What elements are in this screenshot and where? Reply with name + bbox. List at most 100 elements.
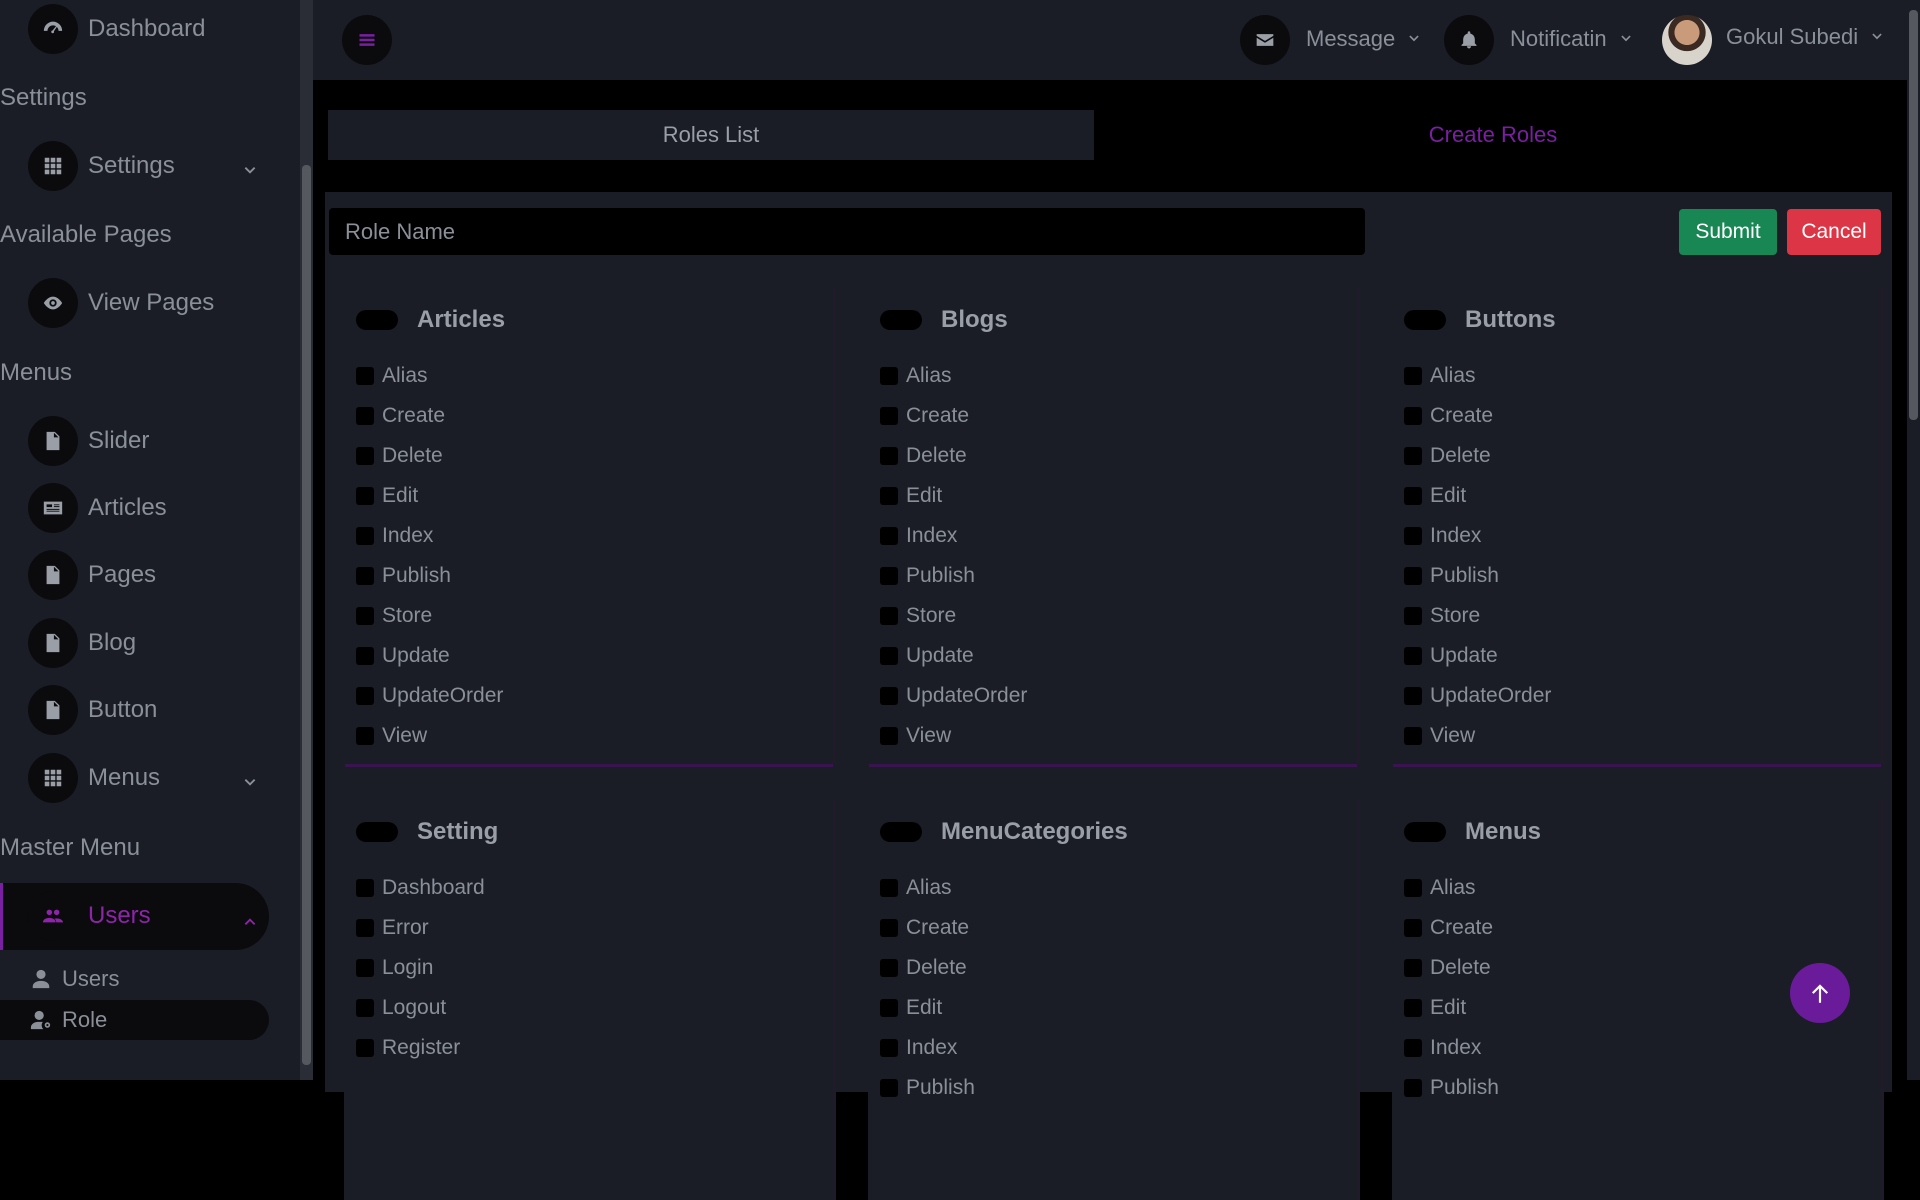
- permission-item[interactable]: Edit: [1404, 476, 1551, 516]
- sidebar-item-view-pages[interactable]: View Pages: [28, 278, 214, 328]
- permission-checkbox[interactable]: [1404, 1039, 1422, 1057]
- permission-item[interactable]: Update: [880, 636, 1027, 676]
- permission-checkbox[interactable]: [356, 879, 374, 897]
- sidebar-scrollbar[interactable]: [300, 0, 313, 1080]
- permission-item[interactable]: Login: [356, 948, 485, 988]
- sidebar-subitem-role[interactable]: Role: [30, 1003, 107, 1037]
- permission-checkbox[interactable]: [1404, 407, 1422, 425]
- permission-checkbox[interactable]: [1404, 647, 1422, 665]
- permission-item[interactable]: Logout: [356, 988, 485, 1028]
- permission-item[interactable]: Index: [356, 516, 503, 556]
- permission-checkbox[interactable]: [1404, 607, 1422, 625]
- permission-checkbox[interactable]: [880, 647, 898, 665]
- sidebar-subitem-users[interactable]: Users: [30, 962, 119, 996]
- permission-item[interactable]: Store: [356, 596, 503, 636]
- permission-checkbox[interactable]: [1404, 919, 1422, 937]
- permission-checkbox[interactable]: [356, 567, 374, 585]
- permission-checkbox[interactable]: [356, 999, 374, 1017]
- permission-checkbox[interactable]: [1404, 727, 1422, 745]
- permission-item[interactable]: UpdateOrder: [880, 676, 1027, 716]
- permission-checkbox[interactable]: [356, 607, 374, 625]
- permission-item[interactable]: Edit: [1404, 988, 1499, 1028]
- permission-item[interactable]: Delete: [356, 436, 503, 476]
- permission-item[interactable]: Register: [356, 1028, 485, 1068]
- permission-checkbox[interactable]: [356, 407, 374, 425]
- permission-checkbox[interactable]: [356, 487, 374, 505]
- permission-checkbox[interactable]: [880, 1039, 898, 1057]
- permission-item[interactable]: View: [356, 716, 503, 756]
- permission-checkbox[interactable]: [880, 567, 898, 585]
- message-button[interactable]: [1240, 15, 1290, 65]
- permission-checkbox[interactable]: [356, 919, 374, 937]
- sidebar-item-users-toggle[interactable]: Users: [28, 891, 258, 941]
- avatar[interactable]: [1662, 15, 1712, 65]
- permission-item[interactable]: Index: [1404, 516, 1551, 556]
- select-all-toggle[interactable]: [880, 822, 922, 842]
- permission-item[interactable]: Create: [1404, 396, 1551, 436]
- notification-button[interactable]: [1444, 15, 1494, 65]
- sidebar-item-articles[interactable]: Articles: [28, 483, 167, 533]
- user-dropdown[interactable]: Gokul Subedi: [1726, 24, 1884, 50]
- permission-item[interactable]: Delete: [880, 948, 975, 988]
- permission-item[interactable]: Edit: [880, 476, 1027, 516]
- permission-checkbox[interactable]: [880, 607, 898, 625]
- permission-item[interactable]: Error: [356, 908, 485, 948]
- permission-item[interactable]: Create: [880, 908, 975, 948]
- sidebar-scrollbar-thumb[interactable]: [302, 165, 311, 1065]
- permission-checkbox[interactable]: [1404, 487, 1422, 505]
- permission-item[interactable]: Alias: [880, 868, 975, 908]
- select-all-toggle[interactable]: [1404, 822, 1446, 842]
- permission-checkbox[interactable]: [880, 687, 898, 705]
- permission-checkbox[interactable]: [356, 367, 374, 385]
- permission-checkbox[interactable]: [1404, 879, 1422, 897]
- permission-checkbox[interactable]: [1404, 567, 1422, 585]
- select-all-toggle[interactable]: [880, 310, 922, 330]
- permission-item[interactable]: Publish: [356, 556, 503, 596]
- permission-checkbox[interactable]: [1404, 447, 1422, 465]
- permission-item[interactable]: Update: [356, 636, 503, 676]
- sidebar-item-menus[interactable]: Menus: [28, 753, 258, 803]
- sidebar-item-settings[interactable]: Settings: [28, 141, 258, 191]
- tab-roles-list[interactable]: Roles List: [328, 110, 1094, 160]
- permission-checkbox[interactable]: [880, 447, 898, 465]
- permission-item[interactable]: View: [880, 716, 1027, 756]
- permission-checkbox[interactable]: [1404, 959, 1422, 977]
- cancel-button[interactable]: Cancel: [1787, 209, 1881, 255]
- permission-item[interactable]: Edit: [880, 988, 975, 1028]
- permission-checkbox[interactable]: [880, 527, 898, 545]
- permission-item[interactable]: Create: [880, 396, 1027, 436]
- permission-checkbox[interactable]: [356, 959, 374, 977]
- notification-dropdown[interactable]: Notificatin: [1510, 26, 1633, 52]
- permission-checkbox[interactable]: [880, 959, 898, 977]
- permission-item[interactable]: Create: [356, 396, 503, 436]
- permission-item[interactable]: UpdateOrder: [356, 676, 503, 716]
- permission-checkbox[interactable]: [356, 527, 374, 545]
- permission-item[interactable]: Publish: [880, 1068, 975, 1108]
- permission-item[interactable]: Edit: [356, 476, 503, 516]
- permission-checkbox[interactable]: [1404, 687, 1422, 705]
- permission-item[interactable]: Update: [1404, 636, 1551, 676]
- permission-checkbox[interactable]: [356, 1039, 374, 1057]
- submit-button[interactable]: Submit: [1679, 209, 1777, 255]
- permission-item[interactable]: Delete: [1404, 436, 1551, 476]
- permission-checkbox[interactable]: [880, 999, 898, 1017]
- permission-item[interactable]: Alias: [880, 356, 1027, 396]
- permission-item[interactable]: Delete: [1404, 948, 1499, 988]
- permission-checkbox[interactable]: [1404, 367, 1422, 385]
- permission-checkbox[interactable]: [356, 687, 374, 705]
- sidebar-item-users-group[interactable]: Users: [0, 883, 269, 950]
- permission-item[interactable]: Publish: [1404, 1068, 1499, 1108]
- permission-item[interactable]: View: [1404, 716, 1551, 756]
- permission-item[interactable]: Alias: [356, 356, 503, 396]
- permission-item[interactable]: Store: [880, 596, 1027, 636]
- permission-checkbox[interactable]: [1404, 999, 1422, 1017]
- permission-checkbox[interactable]: [1404, 1079, 1422, 1097]
- sidebar-item-slider[interactable]: Slider: [28, 416, 149, 466]
- page-scrollbar[interactable]: [1907, 0, 1920, 1080]
- permission-checkbox[interactable]: [880, 367, 898, 385]
- permission-item[interactable]: Alias: [1404, 868, 1499, 908]
- permission-item[interactable]: Dashboard: [356, 868, 485, 908]
- permission-checkbox[interactable]: [880, 727, 898, 745]
- permission-checkbox[interactable]: [880, 407, 898, 425]
- permission-item[interactable]: Create: [1404, 908, 1499, 948]
